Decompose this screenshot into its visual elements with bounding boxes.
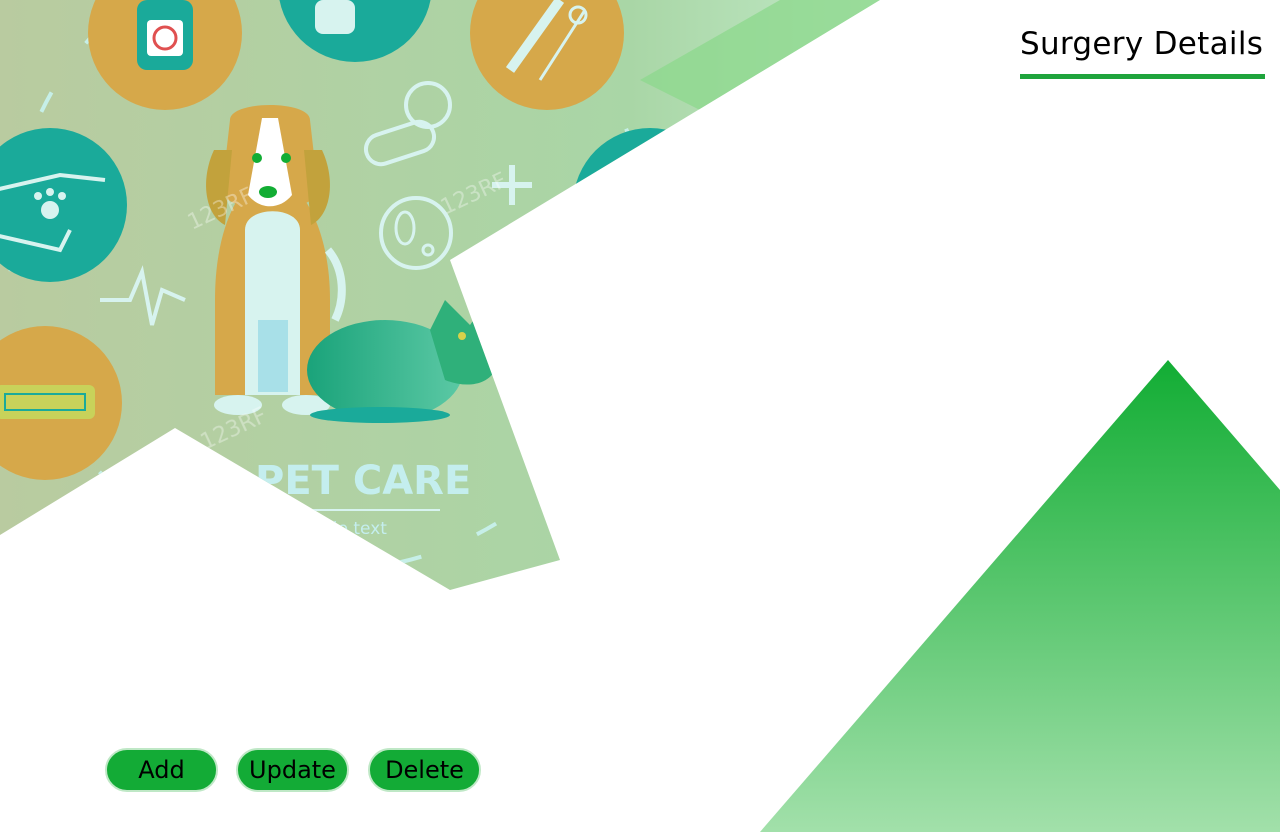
title-underline	[1020, 74, 1265, 79]
page-title: Surgery Details	[1020, 26, 1264, 62]
background-artwork: 123RF 123RF 123RF PET CARE ple text	[0, 0, 1280, 832]
add-button[interactable]: Add	[105, 748, 218, 792]
banner-subtext: ple text	[322, 519, 387, 539]
pet-care-illustration: 123RF 123RF 123RF PET CARE ple text	[0, 0, 880, 590]
banner-heading: PET CARE	[255, 458, 471, 504]
green-triangle-decoration	[760, 360, 1280, 832]
delete-button[interactable]: Delete	[368, 748, 481, 792]
update-button[interactable]: Update	[236, 748, 349, 792]
